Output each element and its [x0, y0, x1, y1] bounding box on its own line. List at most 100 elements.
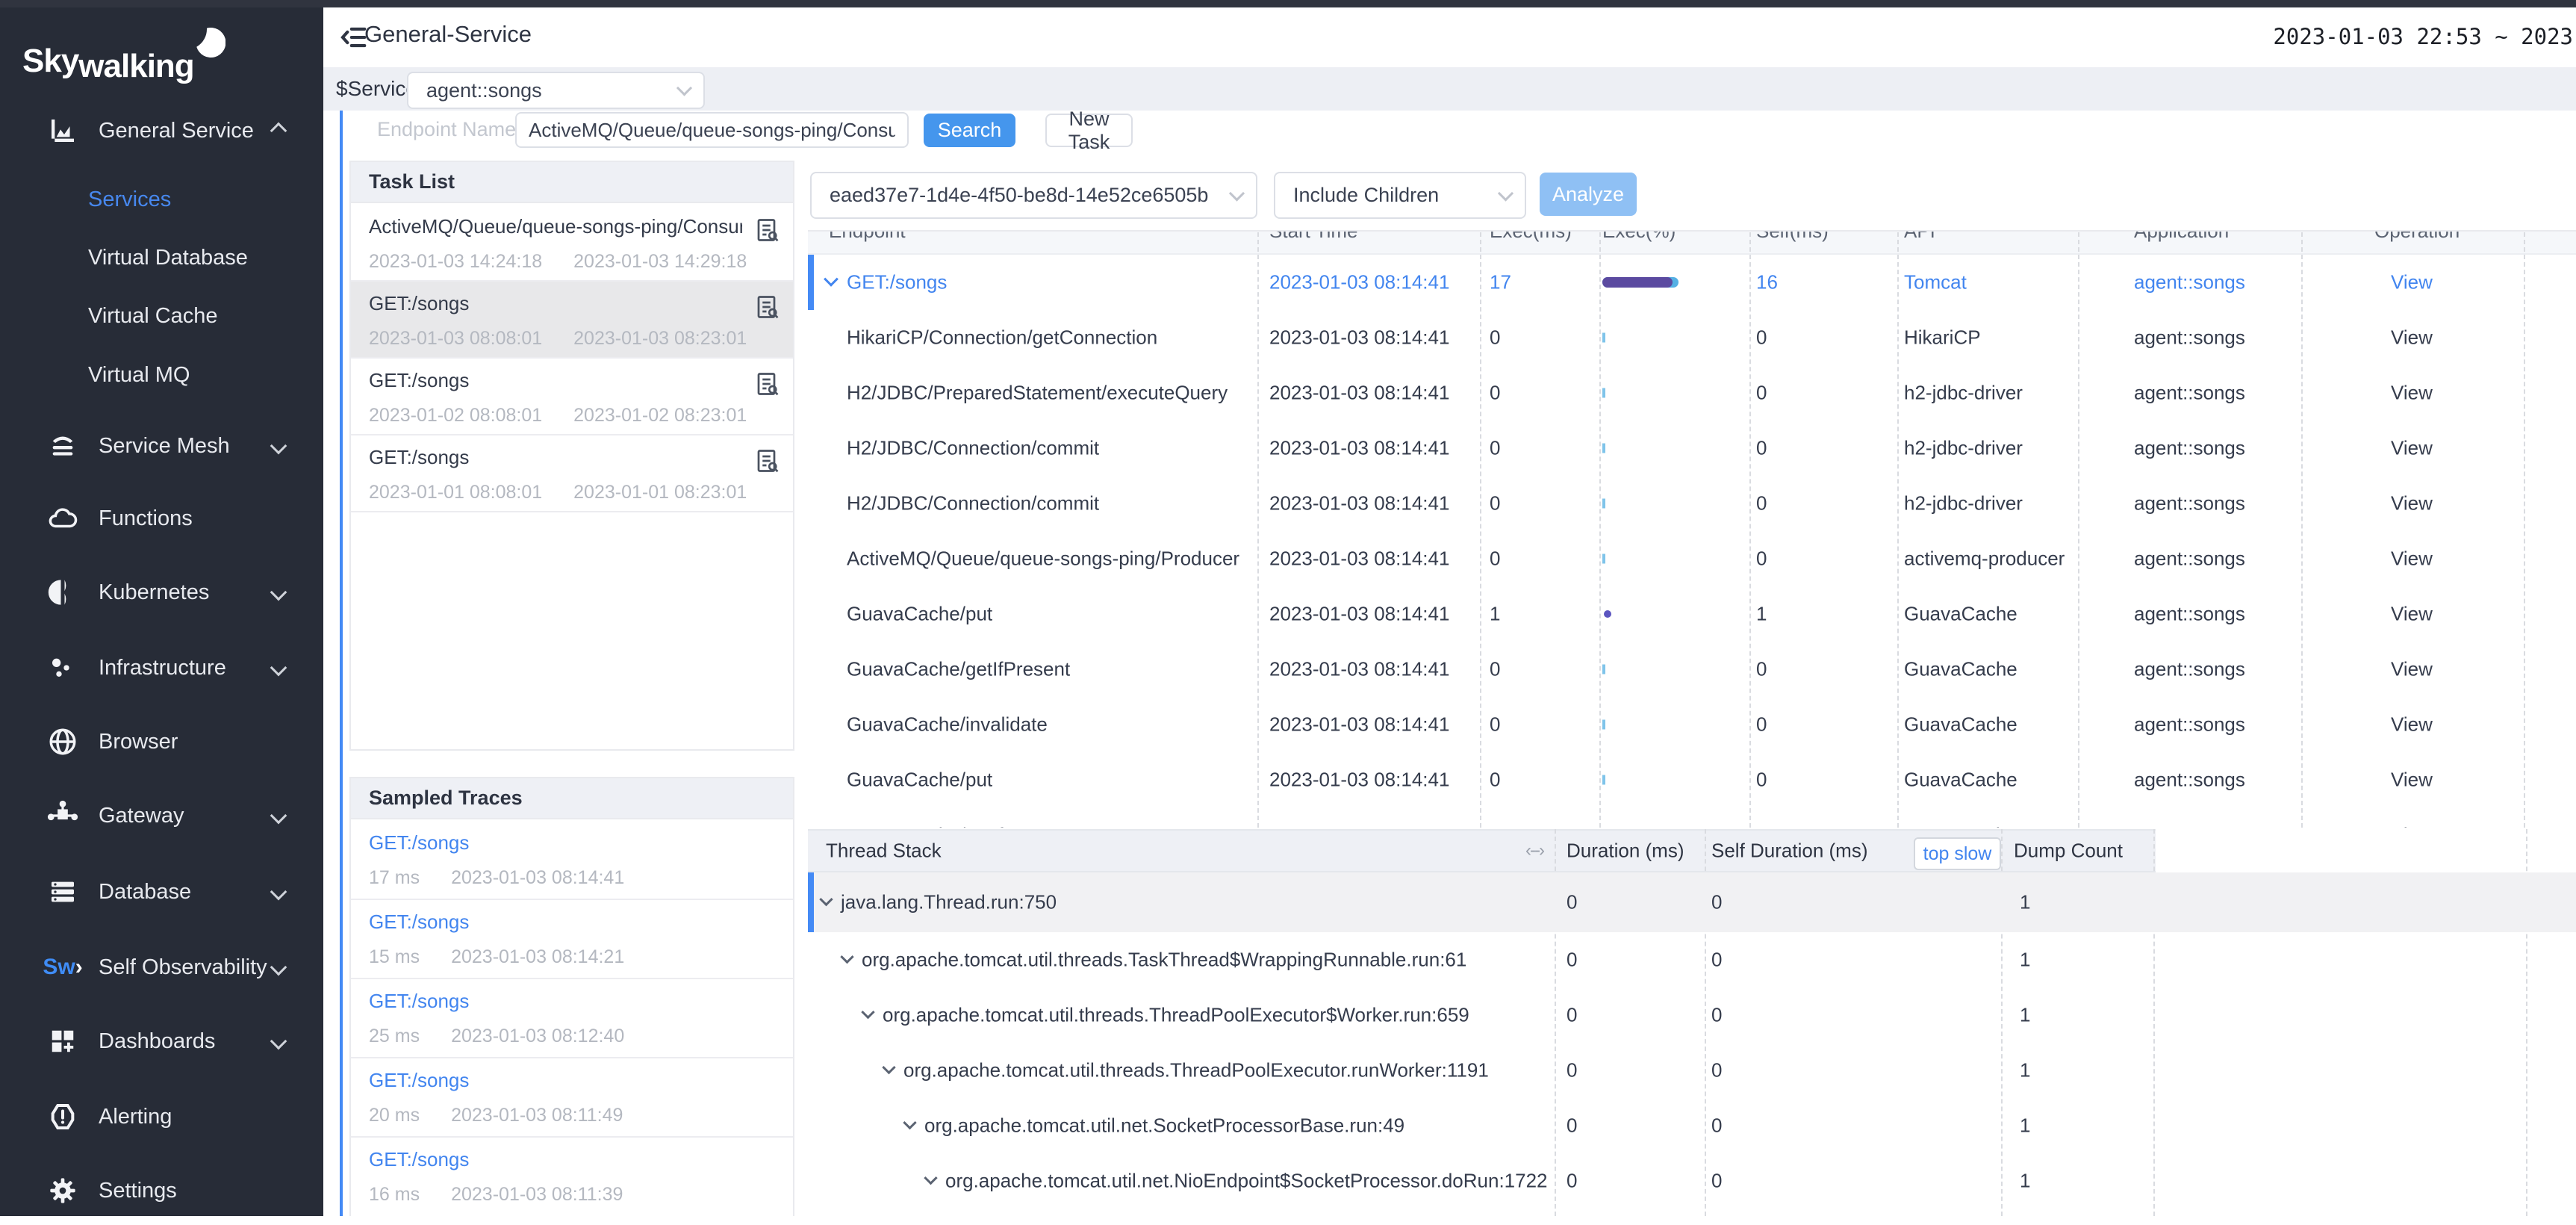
- stack-frame-row[interactable]: org.apache.tomcat.util.net.NioEndpoint$S…: [808, 1153, 2576, 1209]
- service-label: $Service: [336, 77, 417, 101]
- view-link[interactable]: View: [2391, 713, 2433, 736]
- sidebar-item-kubernetes[interactable]: Kubernetes: [0, 558, 323, 627]
- sidebar-item-gateway[interactable]: Gateway: [0, 781, 323, 850]
- chevron-down-icon[interactable]: [882, 1061, 895, 1074]
- new-task-button[interactable]: New Task: [1045, 114, 1133, 147]
- exec-percent-tick: [1602, 499, 1605, 509]
- span-row[interactable]: H2/JDBC/Connection/commit 2023-01-03 08:…: [808, 476, 2576, 531]
- sidebar-item-infrastructure[interactable]: Infrastructure: [0, 633, 323, 702]
- chevron-down-icon[interactable]: [824, 272, 839, 287]
- sampled-trace-item[interactable]: GET:/songs 15 ms2023-01-03 08:14:21: [351, 900, 793, 979]
- span-row[interactable]: GuavaCache/invalidate 2023-01-03 08:14:4…: [808, 697, 2576, 752]
- stack-frame-row[interactable]: org.apache.tomcat.util.threads.TaskThrea…: [808, 932, 2576, 987]
- view-link[interactable]: View: [2391, 326, 2433, 350]
- span-row[interactable]: H2/JDBC/Connection/commit 2023-01-03 08:…: [808, 421, 2576, 476]
- sidebar-item-settings[interactable]: Settings: [0, 1156, 323, 1225]
- view-link[interactable]: View: [2391, 271, 2433, 294]
- span-row[interactable]: GuavaCache/put 2023-01-03 08:14:41 1 1 G…: [808, 586, 2576, 642]
- sidebar-item-database[interactable]: Database: [0, 858, 323, 926]
- chevron-down-icon[interactable]: [924, 1171, 937, 1185]
- view-link[interactable]: View: [2391, 548, 2433, 571]
- top-slow-toggle[interactable]: top slow: [1914, 837, 2001, 870]
- task-list-item[interactable]: GET:/songs 2023-01-01 08:08:012023-01-01…: [351, 435, 793, 512]
- search-button[interactable]: Search: [924, 114, 1015, 147]
- span-api: GuavaCache: [1904, 658, 2017, 681]
- span-row[interactable]: H2/JDBC/PreparedStatement/executeQuery 2…: [808, 365, 2576, 421]
- trace-link[interactable]: GET:/songs: [369, 911, 469, 934]
- window-top-strip: [0, 0, 2576, 7]
- stack-frame-row[interactable]: org.apache.tomcat.util.threads.ThreadPoo…: [808, 987, 2576, 1043]
- span-start: 2023-01-03 08:14:41: [1269, 548, 1449, 571]
- span-api: GuavaCache: [1904, 603, 2017, 626]
- view-link[interactable]: View: [2391, 658, 2433, 681]
- span-exec-ms: 0: [1490, 769, 1500, 792]
- sampled-trace-item[interactable]: GET:/songs 16 ms2023-01-03 08:11:39: [351, 1138, 793, 1217]
- span-start: 2023-01-03 08:14:41: [1269, 326, 1449, 350]
- endpoint-name-input[interactable]: [515, 112, 909, 148]
- span-name[interactable]: H2/JDBC/Connection/commit: [847, 437, 1099, 460]
- trace-link[interactable]: GET:/songs: [369, 831, 469, 855]
- span-row[interactable]: HikariCP/Connection/getConnection 2023-0…: [808, 310, 2576, 365]
- sidebar-item-virtual-mq[interactable]: Virtual MQ: [0, 341, 323, 409]
- sidebar-item-functions[interactable]: Functions: [0, 484, 323, 553]
- stack-frame-row[interactable]: org.apache.tomcat.util.threads.ThreadPoo…: [808, 1043, 2576, 1098]
- time-range[interactable]: 2023-01-03 22:53 ~ 2023: [2273, 24, 2573, 49]
- span-name[interactable]: ActiveMQ/Queue/queue-songs-ping/Producer: [847, 548, 1239, 571]
- stack-frame-row-selected[interactable]: java.lang.Thread.run:750 0 0 1: [808, 872, 2576, 932]
- service-select[interactable]: agent::songs: [407, 72, 705, 109]
- span-row[interactable]: GuavaCache/put 2023-01-03 08:14:41 0 0 G…: [808, 752, 2576, 807]
- sampled-trace-item[interactable]: GET:/songs 17 ms2023-01-03 08:14:41: [351, 821, 793, 900]
- sampled-trace-item[interactable]: GET:/songs 25 ms2023-01-03 08:12:40: [351, 979, 793, 1058]
- span-name[interactable]: GuavaCache/getIfPresent: [847, 658, 1070, 681]
- span-start: 2023-01-03 08:14:41: [1269, 769, 1449, 792]
- view-link[interactable]: View: [2391, 492, 2433, 515]
- trace-link[interactable]: GET:/songs: [369, 1148, 469, 1171]
- sidebar-item-label: Alerting: [99, 1105, 172, 1129]
- sidebar-item-browser[interactable]: Browser: [0, 707, 323, 776]
- view-link[interactable]: View: [2391, 603, 2433, 626]
- task-list-item[interactable]: ActiveMQ/Queue/queue-songs-ping/Consumer…: [351, 205, 793, 282]
- span-self-ms: 0: [1756, 382, 1767, 405]
- span-row[interactable]: ActiveMQ/Queue/queue-songs-ping/Producer…: [808, 531, 2576, 586]
- view-task-log-icon[interactable]: [754, 217, 781, 247]
- view-task-log-icon[interactable]: [754, 447, 781, 478]
- span-name[interactable]: HikariCP/Connection/getConnection: [847, 326, 1157, 350]
- view-link[interactable]: View: [2391, 437, 2433, 460]
- span-name[interactable]: GET:/songs: [847, 271, 947, 294]
- chevron-down-icon[interactable]: [861, 1005, 874, 1019]
- sw-logo-icon: Sw›: [46, 955, 79, 980]
- sampled-trace-item[interactable]: GET:/songs 20 ms2023-01-03 08:11:49: [351, 1058, 793, 1138]
- span-row-selected[interactable]: GET:/songs 2023-01-03 08:14:41 17 16 Tom…: [808, 255, 2576, 310]
- chevron-down-icon[interactable]: [840, 950, 853, 964]
- stack-frame-row[interactable]: org.apache.tomcat.util.net.SocketProcess…: [808, 1098, 2576, 1153]
- span-row[interactable]: GuavaCache/getIfPresent 2023-01-03 08:14…: [808, 642, 2576, 697]
- sidebar-item-dashboards[interactable]: Dashboards: [0, 1007, 323, 1076]
- analyze-button[interactable]: Analyze: [1540, 173, 1637, 216]
- view-task-log-icon[interactable]: [754, 294, 781, 324]
- span-start: 2023-01-03 08:14:41: [1269, 437, 1449, 460]
- task-list-item-selected[interactable]: GET:/songs 2023-01-03 08:08:012023-01-03…: [351, 282, 793, 359]
- span-name[interactable]: GuavaCache/put: [847, 603, 992, 626]
- view-task-log-icon[interactable]: [754, 370, 781, 401]
- cloud-icon: [46, 503, 79, 534]
- column-resize-icon[interactable]: ‹--›: [1525, 840, 1543, 861]
- span-name[interactable]: H2/JDBC/PreparedStatement/executeQuery: [847, 382, 1228, 405]
- span-name[interactable]: GuavaCache/put: [847, 769, 992, 792]
- sidebar-item-alerting[interactable]: Alerting: [0, 1082, 323, 1151]
- view-link[interactable]: View: [2391, 382, 2433, 405]
- sidebar-item-service-mesh[interactable]: Service Mesh: [0, 412, 323, 480]
- sidebar-item-general-service[interactable]: General Service: [0, 96, 323, 165]
- view-link[interactable]: View: [2391, 769, 2433, 792]
- task-list-item[interactable]: GET:/songs 2023-01-02 08:08:012023-01-02…: [351, 359, 793, 435]
- sidebar-item-label: Virtual Cache: [88, 304, 218, 329]
- sidebar-item-self-observability[interactable]: Sw› Self Observability: [0, 933, 323, 1002]
- trace-id-select[interactable]: eaed37e7-1d4e-4f50-be8d-14e52ce6505b: [810, 172, 1257, 219]
- trace-link[interactable]: GET:/songs: [369, 990, 469, 1013]
- include-children-select[interactable]: Include Children: [1274, 172, 1526, 219]
- chevron-down-icon[interactable]: [903, 1116, 916, 1129]
- span-name[interactable]: H2/JDBC/Connection/commit: [847, 492, 1099, 515]
- trace-link[interactable]: GET:/songs: [369, 1069, 469, 1092]
- thread-stack-header: Thread Stack ‹--› Duration (ms) Self Dur…: [808, 829, 2156, 872]
- chevron-down-icon[interactable]: [819, 893, 833, 906]
- span-name[interactable]: GuavaCache/invalidate: [847, 713, 1048, 736]
